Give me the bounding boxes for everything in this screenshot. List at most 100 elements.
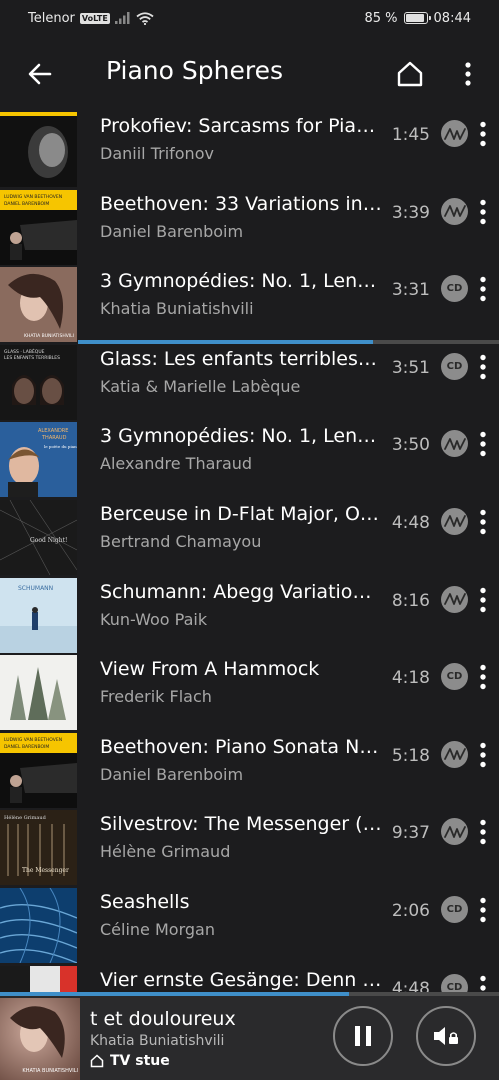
track-menu-button[interactable]	[474, 505, 492, 539]
now-playing-artist: Khatia Buniatishvili	[90, 1033, 225, 1049]
cd-quality-label: CD	[446, 360, 463, 372]
hires-audio-icon	[443, 127, 466, 140]
track-menu-button[interactable]	[474, 195, 492, 229]
album-cover[interactable]: LUDWIG VAN BEETHOVEN DANIEL BARENBOIM	[0, 732, 77, 808]
track-duration: 2:06	[391, 900, 430, 921]
cover-art-image: KHATIA BUNIATISHVILI	[0, 998, 80, 1080]
home-button[interactable]	[392, 56, 428, 92]
battery-icon	[403, 12, 431, 24]
track-row[interactable]: ALEXANDRE THARAUD le poète du piano 3 Gy…	[0, 421, 499, 499]
album-cover[interactable]: Hélène Grimaud The Messenger	[0, 810, 77, 886]
quality-badge	[441, 507, 468, 535]
more-vertical-icon	[480, 509, 486, 535]
track-title: View From A Hammock	[100, 658, 320, 681]
album-cover[interactable]: LUDWIG VAN BEETHOVEN DANIEL BARENBOIM	[0, 189, 77, 265]
track-artist: Daniil Trifonov	[100, 144, 214, 163]
cd-quality-label: CD	[446, 903, 463, 915]
track-title: Beethoven: 33 Variations in C...	[100, 192, 382, 215]
track-menu-button[interactable]	[474, 815, 492, 849]
more-vertical-icon	[480, 820, 486, 845]
status-right: 85 % 08:44	[365, 11, 472, 26]
track-artist: Frederik Flach	[100, 687, 212, 707]
playback-progress-bar[interactable]	[0, 992, 499, 996]
album-cover[interactable]: KHATIA BUNIATISHVILI	[0, 267, 77, 343]
track-menu-button[interactable]	[474, 893, 492, 927]
track-row[interactable]: KHATIA BUNIATISHVILI 3 Gymnopédies: No. …	[0, 266, 499, 344]
track-row[interactable]: Good Night! Berceuse in D-Flat Major, Op…	[0, 499, 499, 577]
svg-text:DANIEL BARENBOIM: DANIEL BARENBOIM	[4, 201, 49, 207]
album-cover-image: SCHUMANN	[0, 577, 77, 653]
track-row[interactable]: Hélène Grimaud The Messenger Silvestrov:…	[0, 809, 499, 887]
svg-text:LUDWIG VAN BEETHOVEN: LUDWIG VAN BEETHOVEN	[4, 737, 62, 743]
quality-badge: CD	[441, 973, 468, 992]
now-playing-cover[interactable]: KHATIA BUNIATISHVILI	[0, 998, 80, 1080]
track-duration: 3:39	[391, 202, 430, 223]
more-vertical-icon	[480, 897, 486, 923]
cd-quality-label: CD	[446, 671, 463, 683]
svg-text:LUDWIG VAN BEETHOVEN: LUDWIG VAN BEETHOVEN	[4, 194, 62, 200]
playback-progress-fill	[0, 992, 350, 996]
track-list[interactable]: Prokofiev: Sarcasms for Piano... Daniil …	[0, 112, 499, 992]
svg-text:SCHUMANN: SCHUMANN	[18, 585, 53, 592]
album-cover[interactable]: ALEXANDRE THARAUD le poète du piano	[0, 422, 77, 498]
track-duration: 3:51	[391, 357, 430, 378]
track-title: 3 Gymnopédies: No. 1, Lent et...	[100, 270, 382, 293]
hires-audio-icon	[443, 593, 466, 605]
track-row[interactable]: Vier ernste Gesänge: Denn es... 4:48 CD	[0, 965, 499, 992]
album-cover[interactable]: GLASS · LABÈQUE LES ENFANTS TERRIBLES	[0, 344, 77, 420]
more-vertical-icon	[480, 276, 486, 302]
app-bar: Piano Spheres	[0, 40, 499, 108]
track-menu-button[interactable]	[474, 272, 492, 306]
track-menu-button[interactable]	[474, 583, 492, 617]
track-title: Berceuse in D-Flat Major, Op....	[100, 502, 382, 525]
track-menu-button[interactable]	[474, 117, 492, 151]
album-cover[interactable]: Good Night!	[0, 499, 77, 575]
track-artist: Katia & Marielle Labèque	[100, 376, 301, 396]
signal-icon	[114, 12, 130, 24]
clock: 08:44	[433, 10, 471, 26]
svg-text:The Messenger: The Messenger	[22, 867, 69, 874]
track-menu-button[interactable]	[474, 660, 492, 694]
track-row[interactable]: SCHUMANN Schumann: Abegg Variations,... …	[0, 577, 499, 655]
track-menu-button[interactable]	[474, 350, 492, 384]
track-row[interactable]: View From A Hammock Frederik Flach 4:18 …	[0, 654, 499, 732]
svg-text:le poète du piano: le poète du piano	[44, 444, 77, 449]
track-title: Prokofiev: Sarcasms for Piano...	[100, 115, 382, 137]
hires-audio-icon	[443, 205, 466, 217]
pause-icon	[355, 1026, 371, 1046]
album-cover[interactable]	[0, 655, 77, 731]
quality-badge	[441, 740, 468, 768]
svg-text:ALEXANDRE: ALEXANDRE	[38, 428, 68, 434]
track-menu-button[interactable]	[474, 738, 492, 772]
volume-button[interactable]	[416, 1006, 476, 1066]
home-icon	[397, 61, 423, 87]
track-artist: Céline Morgan	[100, 919, 215, 939]
playback-zone[interactable]: TV stue	[90, 1053, 170, 1069]
track-title: Schumann: Abegg Variations,...	[100, 580, 382, 603]
mini-player[interactable]: KHATIA BUNIATISHVILI t et douloureux Kha…	[0, 992, 499, 1080]
album-cover[interactable]: SCHUMANN	[0, 577, 77, 653]
track-row[interactable]: GLASS · LABÈQUE LES ENFANTS TERRIBLES Gl…	[0, 344, 499, 422]
track-menu-button[interactable]	[474, 427, 492, 461]
svg-text:THARAUD: THARAUD	[41, 435, 67, 441]
svg-text:Good Night!: Good Night!	[30, 537, 67, 544]
album-cover[interactable]	[0, 112, 77, 187]
track-artist: Daniel Barenboim	[100, 221, 244, 241]
pause-button[interactable]	[333, 1006, 393, 1066]
track-row[interactable]: Prokofiev: Sarcasms for Piano... Daniil …	[0, 112, 499, 189]
track-row[interactable]: LUDWIG VAN BEETHOVEN DANIEL BARENBOIM Be…	[0, 189, 499, 267]
track-title: Beethoven: Piano Sonata No. ...	[100, 735, 382, 758]
back-button[interactable]	[22, 56, 58, 92]
album-cover[interactable]	[0, 887, 77, 963]
album-cover[interactable]	[0, 965, 77, 992]
track-menu-button[interactable]	[474, 971, 492, 992]
overflow-menu-button[interactable]	[452, 56, 484, 92]
quality-badge: CD	[441, 352, 468, 380]
track-row[interactable]: LUDWIG VAN BEETHOVEN DANIEL BARENBOIM Be…	[0, 732, 499, 810]
battery-percent: 85 %	[364, 10, 398, 26]
track-row[interactable]: Seashells Céline Morgan 2:06 CD	[0, 887, 499, 965]
track-title: Silvestrov: The Messenger (F...	[100, 813, 382, 836]
album-cover-image: GLASS · LABÈQUE LES ENFANTS TERRIBLES	[0, 344, 77, 420]
wifi-icon	[136, 11, 154, 25]
album-cover-image	[0, 655, 77, 731]
